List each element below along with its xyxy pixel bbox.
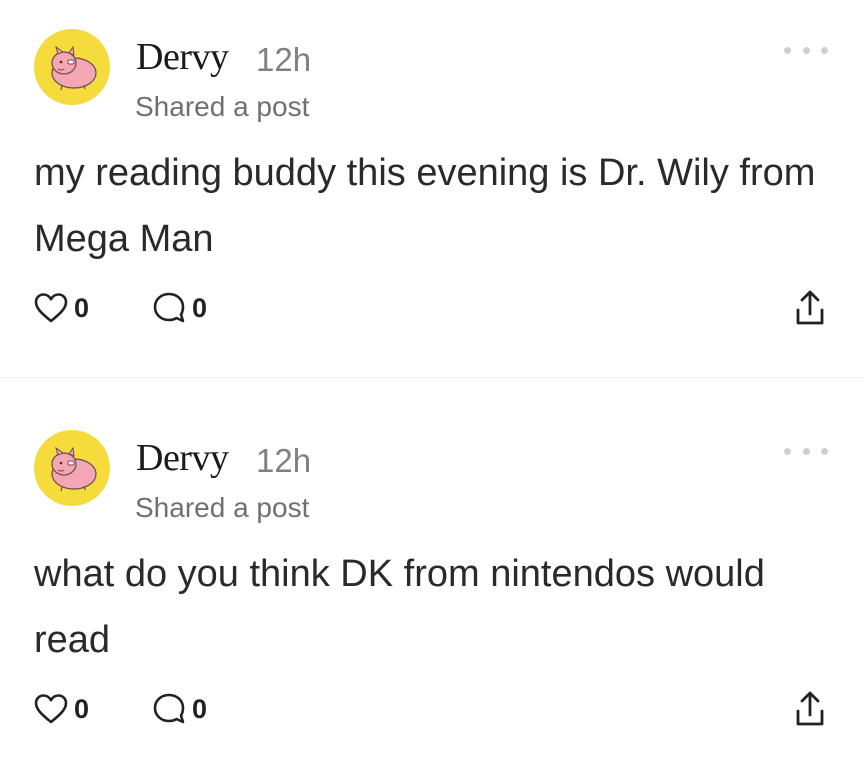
dot (821, 46, 828, 54)
like-button[interactable]: 0 (34, 288, 89, 328)
like-button[interactable]: 0 (34, 689, 89, 729)
dot (821, 447, 828, 455)
share-icon (796, 691, 824, 726)
like-count: 0 (74, 293, 90, 323)
like-count: 0 (74, 694, 90, 724)
comment-icon (153, 292, 185, 323)
post-subtitle: Shared a post (135, 91, 310, 122)
comment-button[interactable]: 0 (152, 689, 207, 729)
post-subtitle: Shared a post (135, 492, 310, 523)
comment-count: 0 (192, 694, 208, 724)
dot (802, 447, 810, 455)
heart-icon (34, 293, 68, 323)
more-options-icon[interactable] (784, 40, 828, 60)
author-name[interactable]: Dervy (136, 34, 229, 80)
share-button[interactable] (792, 288, 828, 328)
author-avatar[interactable] (34, 29, 110, 105)
dot (784, 46, 791, 54)
comment-count: 0 (192, 293, 208, 323)
share-icon (796, 290, 824, 325)
share-button[interactable] (792, 689, 828, 729)
author-avatar[interactable] (34, 430, 110, 506)
post-timestamp: 12h (256, 41, 312, 78)
dot (802, 46, 810, 54)
author-name[interactable]: Dervy (136, 435, 229, 481)
comment-button[interactable]: 0 (152, 288, 207, 328)
post-body: my reading buddy this evening is Dr. Wil… (34, 152, 816, 260)
more-options-icon[interactable] (784, 441, 828, 461)
pig-avatar-icon (51, 446, 97, 492)
pig-avatar-icon (51, 45, 97, 91)
dot (784, 447, 791, 455)
comment-icon (153, 693, 185, 724)
post-timestamp: 12h (256, 442, 312, 479)
heart-icon (34, 694, 68, 724)
post-divider (0, 377, 864, 378)
post-body: what do you think DK from nintendos woul… (34, 553, 765, 661)
